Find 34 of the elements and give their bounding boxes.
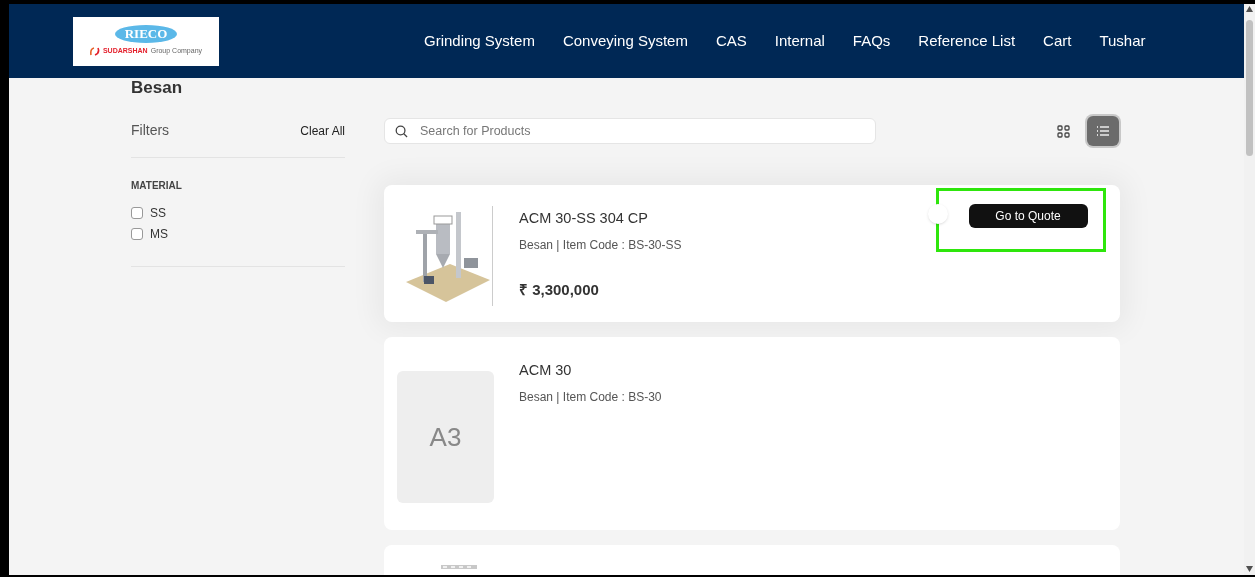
- search-field[interactable]: Search for Products: [384, 118, 876, 144]
- nav-link[interactable]: Cart: [1043, 29, 1072, 53]
- go-to-quote-button[interactable]: Go to Quote: [968, 203, 1088, 228]
- nav-link[interactable]: CAS: [715, 29, 747, 53]
- round-handle-icon[interactable]: [928, 204, 948, 224]
- nav-link[interactable]: Reference List: [918, 29, 1016, 53]
- list-icon: [1096, 125, 1110, 137]
- scrollbar-thumb[interactable]: [1246, 20, 1253, 156]
- product-meta: Besan | Item Code : BS-30: [519, 388, 662, 406]
- product-thumbnail: A3: [397, 371, 494, 503]
- product-meta: Besan | Item Code : BS-30-SS: [519, 236, 682, 254]
- checkbox[interactable]: [131, 206, 143, 219]
- grid-icon: [1056, 124, 1070, 138]
- nav-link[interactable]: Tushar: [1099, 29, 1146, 53]
- filter-group-heading: MATERIAL: [131, 179, 183, 193]
- nav-link[interactable]: FAQs: [852, 29, 891, 53]
- page-title: Besan: [131, 78, 184, 99]
- checkbox[interactable]: [131, 227, 143, 240]
- scroll-down-icon[interactable]: [1246, 566, 1253, 572]
- logo-mark-icon: [89, 47, 100, 56]
- nav-link[interactable]: Conveying System: [562, 29, 688, 53]
- filter-option-label: MS: [150, 225, 168, 243]
- scroll-up-icon[interactable]: [1246, 6, 1253, 12]
- product-name[interactable]: ACM 30-SS 304 CP: [519, 208, 682, 230]
- scrollbar[interactable]: [1244, 4, 1255, 575]
- list-view-button[interactable]: [1087, 116, 1119, 146]
- nav-link[interactable]: Grinding System: [424, 29, 535, 53]
- product-name[interactable]: ACM 30: [519, 360, 662, 382]
- logo-wordmark: RIECO: [114, 25, 178, 44]
- filters-heading: Filters: [131, 121, 170, 140]
- product-price: ₹ 3,300,000: [519, 279, 600, 300]
- nav-link[interactable]: Internal: [774, 29, 825, 53]
- clear-all-link[interactable]: Clear All: [300, 121, 345, 140]
- filter-option-label: SS: [150, 204, 166, 222]
